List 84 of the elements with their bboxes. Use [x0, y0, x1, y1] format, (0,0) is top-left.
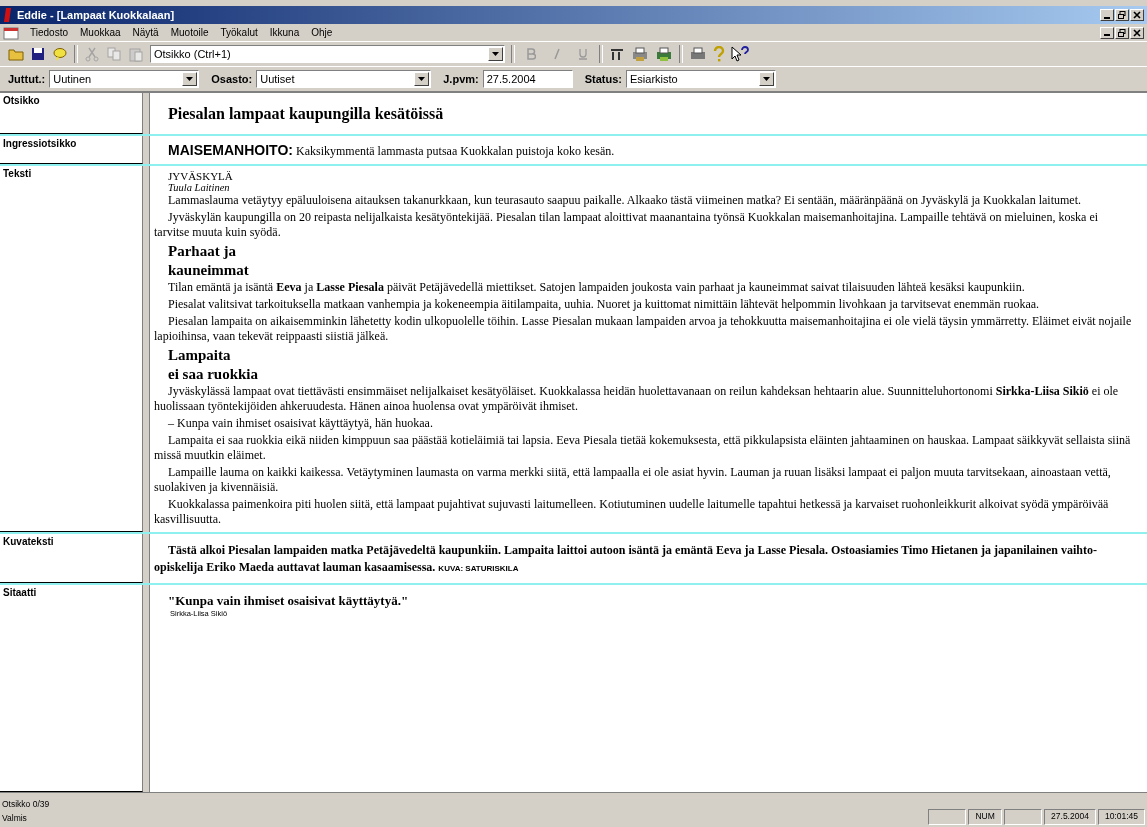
menu-item[interactable]: Muokkaa	[79, 27, 122, 38]
body-paragraph: Piesalat valitsivat tarkoituksella matkaan vanhempia ja kokeneempia äitilampaita, uuhia. Nuoret ja kuittomat nimittäin lähtevät helpommin livohkaan ja tarvitsevat enemmän ruokaa.	[167, 297, 1041, 312]
splitter-bar[interactable]	[143, 93, 150, 134]
field-label: Status:	[584, 73, 622, 85]
restore-button[interactable]	[1115, 9, 1129, 21]
close-icon	[1133, 28, 1141, 37]
dateline-text: JYVÄSKYLÄ	[167, 170, 234, 182]
bold-icon	[526, 48, 536, 60]
section-label: Otsikko	[0, 93, 143, 134]
menu-item[interactable]: Ikkuna	[268, 27, 301, 38]
subheading-text: Parhaat ja	[167, 242, 237, 261]
printer-icon[interactable]	[689, 46, 707, 62]
section-label: Teksti	[0, 166, 143, 532]
menu-item[interactable]: Työkalut	[219, 27, 259, 38]
status-panel: 27.5.2004	[1044, 809, 1096, 825]
save-icon[interactable]	[30, 46, 46, 62]
caret-icon	[492, 52, 499, 56]
close-button[interactable]	[1130, 9, 1144, 21]
body-paragraph: Tilan emäntä ja isäntä Eeva ja Lasse Piesala päivät Petäjävedellä miettikset. Satojen lampaiden joukosta vain parhaat ja kauneimmat saivat tilaisuuden lähteä kesäksi kaupunkiin.	[167, 280, 1026, 295]
body-paragraph: Jyväskylän kaupungilla on 20 reipasta nelijalkaista kesätyöntekijää. Piesalan tilan lampaat aloittivat maanantaina työnsä Kuokkalan maisemanhoitajina. Lampaille tehtävä on mieluinen, koska ei tarvitse muuta kuin syödä.	[154, 210, 1100, 240]
dropdown-field[interactable]: Esiarkisto	[626, 70, 776, 88]
body-paragraph: Kuokkalassa paimenkoira piti huolen siitä, että lampaat pujahtivat sujuvasti laitumelleen. Kotiutuminen uudelle laitumelle tapahtui hetkessä ja karvaiset ruohonleikkurit alkoivat syödä ympäröivää kasvillisuutta.	[154, 497, 1110, 527]
underline-icon	[578, 48, 588, 60]
window-title: Eddie - [Lampaat Kuokkalaan]	[17, 9, 175, 21]
close-button[interactable]	[1130, 26, 1144, 39]
folder-icon[interactable]	[8, 46, 24, 62]
dropdown-field[interactable]: Uutiset	[256, 70, 432, 88]
speech-bubble-icon[interactable]	[52, 46, 68, 62]
splitter-bar[interactable]	[143, 166, 150, 532]
field-label: Juttut.:	[8, 73, 46, 85]
headline-text[interactable]: Piesalan lampaat kaupungilla kesätöissä	[154, 97, 1135, 131]
quote-text: "Kunpa vain ihmiset osaisivat käyttäytyä."	[167, 592, 410, 609]
printer-icon[interactable]	[631, 46, 649, 62]
menu-item[interactable]: Muotoile	[169, 27, 210, 38]
minimize-button[interactable]	[1100, 9, 1114, 21]
body-paragraph: – Kunpa vain ihmiset osaisivat käyttäytyä, hän huokaa.	[167, 416, 434, 431]
subheading-text: ei saa ruokkia	[167, 365, 259, 384]
splitter-bar[interactable]	[143, 585, 150, 792]
clipboard-icon[interactable]	[128, 46, 144, 62]
style-dropdown[interactable]: Otsikko (Ctrl+1)	[150, 45, 505, 63]
dropdown-field[interactable]: Uutinen	[49, 70, 200, 88]
body-paragraph: Lammaslauma vetäytyy epäluuloisena aitauksen takanurkkaan, kun teurasauto saapuu paikalle. Alkaako tästä viimeinen matka? Ei sentään, määränpäänä on Jyväskylä ja Kuokkalan laitumet.	[167, 193, 1082, 208]
italic-icon	[552, 48, 562, 60]
menu-item[interactable]: Näytä	[131, 27, 160, 38]
lead-text[interactable]: Kaksikymmentä lammasta putsaa Kuokkalan puistoja koko kesän.	[295, 144, 615, 158]
caret-icon	[763, 77, 770, 81]
status-panel: NUM	[968, 809, 1003, 825]
minimize-icon	[1104, 16, 1110, 19]
caret-icon	[186, 77, 194, 81]
body-paragraph: Lampaille lauma on kaikki kaikessa. Vetäytyminen laumasta on varma merkki siitä, että lampaalla ei ole asiat hyvin. Lauman ja ruuan lisäksi lampaat ei paljon muuta tarvitsekaan, ainoastaan vettä, suolakiven ja kivennäisiä.	[154, 465, 1112, 495]
section-label: Sitaatti	[0, 585, 143, 792]
status-text: Otsikko 0/39	[2, 798, 50, 811]
status-panel	[928, 809, 967, 825]
menu-item[interactable]: Tiedosto	[29, 27, 69, 38]
caret-icon	[418, 77, 426, 81]
pointer-help-icon[interactable]	[731, 46, 749, 62]
body-paragraph: Lampaita ei saa ruokkia eikä niiden kimppuun saa päästää kotieläimiä tai lapsia. Eeva Piesala tietää kokemuksesta, että pikkulapsista eläinten jahtaaminen on hauskaa. Lampaat säikkyvät sellaista siinä missä muutkin eläimet.	[154, 433, 1132, 463]
status-text: Valmis	[2, 812, 28, 825]
minimize-button[interactable]	[1100, 26, 1114, 39]
restore-button[interactable]	[1115, 26, 1129, 39]
body-paragraph: Jyväskylässä lampaat ovat tiettävästi ensimmäiset nelijalkaiset kesätyöläiset. Kuokkalassa heidän huolettavanaan on reilun kahdeksan hehtaarin alue. Suunnitteluhortonomi Sirkka-Liisa Sikiö ei ole huolissaan työntekijöiden ahkeruudesta. Hänen ainoa huolensa ovat ympäröivät ihmiset.	[154, 384, 1120, 414]
menu-item[interactable]: Ohje	[310, 27, 334, 38]
splitter-bar[interactable]	[143, 136, 150, 164]
caption-text: Tästä alkoi Piesalan lampaiden matka Petäjävedeltä kaupunkiin. Lampaita laittoi autoon isäntä ja emäntä Eeva ja Lasse Piesala. Ostoasiamies Timo Hietanen ja japanilainen vaihto-opiskelija Eriko Maeda auttavat lauman kasaamisessa. KUVA: SATURISKILA	[154, 542, 1098, 576]
byline-text: Tuula Laitinen	[167, 182, 231, 193]
columns-icon[interactable]	[609, 46, 625, 62]
field-label: J.pvm:	[443, 73, 479, 85]
subheading-text: kauneimmat	[167, 261, 250, 280]
field-label: Osasto:	[211, 73, 253, 85]
subheading-text: Lampaita	[167, 346, 232, 365]
body-paragraph: Piesalan lampaita on aikaisemminkin lähetetty kodin ulkopuolelle töihin. Lasse Piesalan mukaan lampaiden arvoa ja tehokkuutta maisemanhoitajina ei ole vielä täysin ymmärretty. Eläimet eivät nojaile lapioihinsa, vaan tekevät reippaasti siistiä jälkeä.	[154, 314, 1133, 344]
splitter-bar[interactable]	[143, 534, 150, 583]
app-logo-icon	[3, 8, 13, 22]
lead-label: MAISEMANHOITO:	[168, 142, 293, 158]
minimize-icon	[1104, 34, 1110, 36]
close-icon	[1133, 11, 1141, 19]
restore-icon	[1118, 28, 1126, 37]
status-panel: 10:01:45	[1097, 809, 1145, 825]
status-panel	[1004, 809, 1043, 825]
restore-icon	[1118, 11, 1126, 19]
date-field[interactable]: 27.5.2004	[482, 70, 573, 88]
section-label: Ingressiotsikko	[0, 136, 143, 164]
section-label: Kuvateksti	[0, 534, 143, 583]
printer-icon[interactable]	[655, 46, 673, 62]
